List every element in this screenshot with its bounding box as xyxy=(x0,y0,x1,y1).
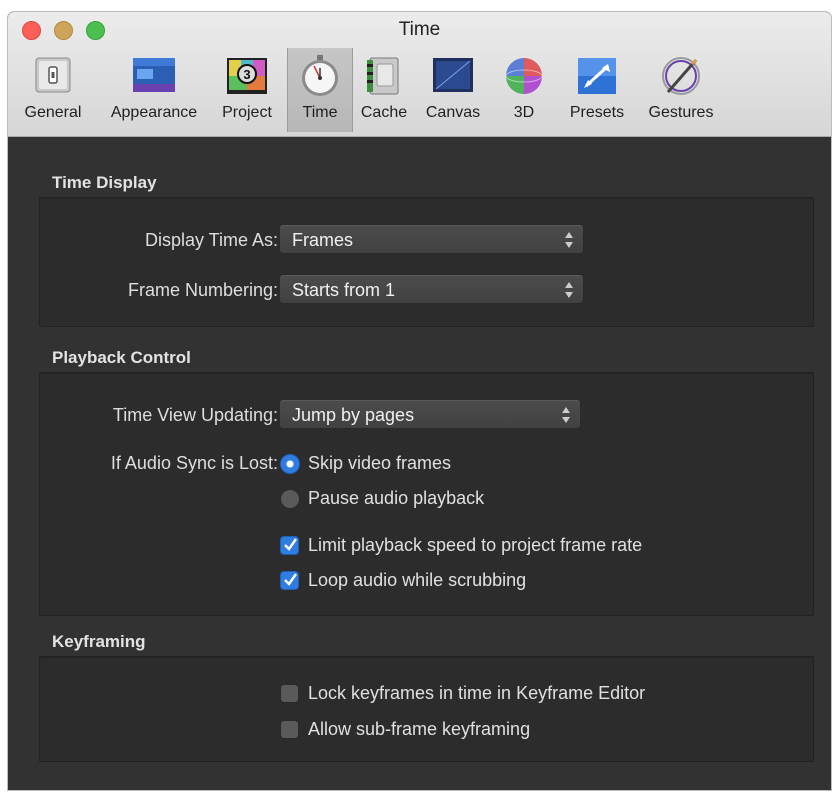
stopwatch-icon xyxy=(302,55,338,96)
popup-arrows-icon xyxy=(565,232,573,248)
audio-sync-label: If Audio Sync is Lost: xyxy=(110,453,278,473)
frame-numbering-popup[interactable]: Starts from 1 xyxy=(279,274,584,304)
lock-keyframes-label[interactable]: Lock keyframes in time in Keyframe Edito… xyxy=(308,683,645,704)
pause-audio-playback-label[interactable]: Pause audio playback xyxy=(308,488,484,509)
skip-video-frames-label[interactable]: Skip video frames xyxy=(308,453,451,474)
radio-skip-video-frames[interactable] xyxy=(280,454,300,474)
display-time-as-value: Frames xyxy=(292,230,354,250)
gestures-icon xyxy=(662,57,700,95)
preferences-toolbar: Time General Appearance 3 Project Time C… xyxy=(8,12,831,137)
radio-pause-audio-playback[interactable] xyxy=(280,489,300,509)
tab-label-time: Time xyxy=(302,104,338,121)
checkmark-icon xyxy=(284,573,297,586)
limit-playback-label[interactable]: Limit playback speed to project frame ra… xyxy=(308,535,642,556)
frame-numbering-value: Starts from 1 xyxy=(292,280,396,300)
tab-canvas[interactable]: Canvas xyxy=(418,48,488,132)
checkmark-icon xyxy=(284,538,297,551)
tab-label-3d: 3D xyxy=(513,104,535,121)
3d-icon xyxy=(505,58,543,94)
tab-label-cache: Cache xyxy=(360,104,408,121)
sub-frame-checkbox[interactable] xyxy=(280,720,299,739)
tab-presets[interactable]: Presets xyxy=(560,48,634,132)
section-title-keyframing: Keyframing xyxy=(52,632,146,651)
project-icon: 3 xyxy=(227,58,267,94)
tab-label-presets: Presets xyxy=(569,104,625,121)
time-view-updating-value: Jump by pages xyxy=(292,405,415,425)
tab-general[interactable]: General xyxy=(12,48,94,132)
tab-label-general: General xyxy=(24,104,82,121)
loop-audio-checkbox[interactable] xyxy=(280,571,299,590)
tab-time[interactable]: Time xyxy=(287,48,353,132)
tab-label-appearance: Appearance xyxy=(110,104,198,121)
display-time-as-popup[interactable]: Frames xyxy=(279,224,584,254)
popup-arrows-icon xyxy=(565,282,573,298)
time-view-updating-label: Time View Updating: xyxy=(112,405,278,425)
tab-project[interactable]: 3 Project xyxy=(214,48,280,132)
appearance-icon xyxy=(133,58,175,92)
tab-3d[interactable]: 3D xyxy=(494,48,554,132)
tab-label-gestures: Gestures xyxy=(648,104,714,121)
tab-cache[interactable]: Cache xyxy=(354,48,414,132)
time-display-group xyxy=(39,197,814,327)
tab-gestures[interactable]: Gestures xyxy=(640,48,722,132)
preferences-content: Time Display Display Time As: Frames Fra… xyxy=(8,137,831,790)
preferences-window: Time General Appearance 3 Project Time C… xyxy=(8,12,831,790)
keyframing-group xyxy=(39,656,814,762)
presets-icon xyxy=(578,58,616,94)
tab-label-canvas: Canvas xyxy=(425,104,481,121)
popup-arrows-icon xyxy=(562,407,570,423)
limit-playback-checkbox[interactable] xyxy=(280,536,299,555)
window-title: Time xyxy=(398,19,441,40)
display-time-as-label: Display Time As: xyxy=(144,230,278,250)
tab-label-project: Project xyxy=(222,104,272,121)
section-title-time-display: Time Display xyxy=(52,173,157,192)
canvas-icon xyxy=(433,58,473,92)
loop-audio-label[interactable]: Loop audio while scrubbing xyxy=(308,570,526,591)
section-title-playback-control: Playback Control xyxy=(52,348,191,367)
svg-text:3: 3 xyxy=(243,67,250,82)
lock-keyframes-checkbox[interactable] xyxy=(280,684,299,703)
cache-icon xyxy=(367,57,399,95)
tab-appearance[interactable]: Appearance xyxy=(98,48,210,132)
sub-frame-label[interactable]: Allow sub-frame keyframing xyxy=(308,719,530,740)
frame-numbering-label: Frame Numbering: xyxy=(127,280,278,300)
time-view-updating-popup[interactable]: Jump by pages xyxy=(279,399,581,429)
general-icon xyxy=(35,57,71,93)
